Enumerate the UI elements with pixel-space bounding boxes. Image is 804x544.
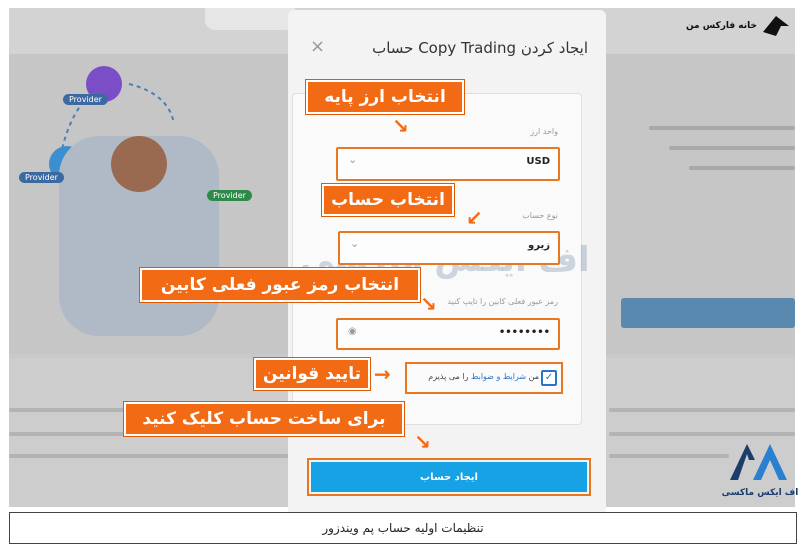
modal-title: ایجاد کردن Copy Trading حساب <box>372 39 588 57</box>
terms-checkbox[interactable]: ✓ <box>541 370 557 386</box>
text-line <box>689 166 795 170</box>
brand-text: اف ایکس ماکسی <box>721 488 799 498</box>
annotation-select-currency: انتخاب ارز پایه <box>306 80 464 114</box>
provider-badge: Provider <box>19 172 64 183</box>
text-line <box>669 146 795 150</box>
arrow-down-icon: ↘ <box>392 114 409 138</box>
text-line <box>9 454 289 458</box>
text-line <box>609 454 729 458</box>
provider-badge: Provider <box>63 94 108 105</box>
image-caption: تنظیمات اولیه حساب پم ویندزور <box>322 521 484 535</box>
caption-box: تنظیمات اولیه حساب پم ویندزور <box>9 512 797 544</box>
submit-highlight: ایجاد حساب <box>307 458 591 496</box>
provider-badge: Provider <box>207 190 252 201</box>
terms-row: ✓ من شرایط و ضوابط را می پذیرم <box>405 362 563 394</box>
text-line <box>649 126 795 130</box>
terms-link[interactable]: شرایط و ضوابط <box>471 372 526 381</box>
chevron-down-icon: ⌄ <box>350 237 360 250</box>
annotation-click-create: برای ساخت حساب کلیک کنید <box>124 402 404 436</box>
arrow-down-icon: ↘ <box>414 430 431 454</box>
terms-prefix: من <box>528 372 539 381</box>
close-icon[interactable]: × <box>310 36 325 57</box>
fx-logo-icon <box>730 444 787 480</box>
account-type-label: نوع حساب <box>522 211 558 220</box>
chevron-down-icon: ⌄ <box>348 153 358 166</box>
create-account-button[interactable]: ایجاد حساب <box>311 462 587 492</box>
base-currency-label: واحد ارز <box>530 127 558 136</box>
page-create-button[interactable] <box>621 298 795 328</box>
terms-text: من شرایط و ضوابط را می پذیرم <box>428 372 539 381</box>
annotation-enter-password: انتخاب رمز عبور فعلی کابین <box>140 268 420 302</box>
eye-icon[interactable]: ◉ <box>348 326 357 337</box>
logo-text: خانه فارکس من <box>685 21 757 31</box>
base-currency-value: USD <box>526 156 550 167</box>
account-type-value: زیرو <box>528 240 550 251</box>
terms-suffix: را می پذیرم <box>428 372 469 381</box>
password-value: •••••••• <box>498 327 550 338</box>
text-line <box>609 432 795 436</box>
account-type-select[interactable]: ⌄ زیرو <box>338 231 560 265</box>
password-input[interactable]: ◉ •••••••• <box>336 318 560 350</box>
annotation-select-account: انتخاب حساب <box>322 184 454 216</box>
site-logo[interactable]: خانه فارکس من <box>686 14 791 38</box>
annotation-accept-terms: تایید قوانین <box>254 358 370 390</box>
base-currency-select[interactable]: ⌄ USD <box>336 147 560 181</box>
hero-illustration <box>49 66 219 336</box>
arrow-down-icon: ↘ <box>420 292 437 316</box>
arrow-right-icon: → <box>374 362 391 386</box>
logo-mark-icon <box>763 16 789 36</box>
top-tab <box>205 8 295 30</box>
text-line <box>609 408 795 412</box>
brand-logo: اف ایکس ماکسی <box>718 440 802 502</box>
arrow-down-icon: ↙ <box>466 206 483 230</box>
